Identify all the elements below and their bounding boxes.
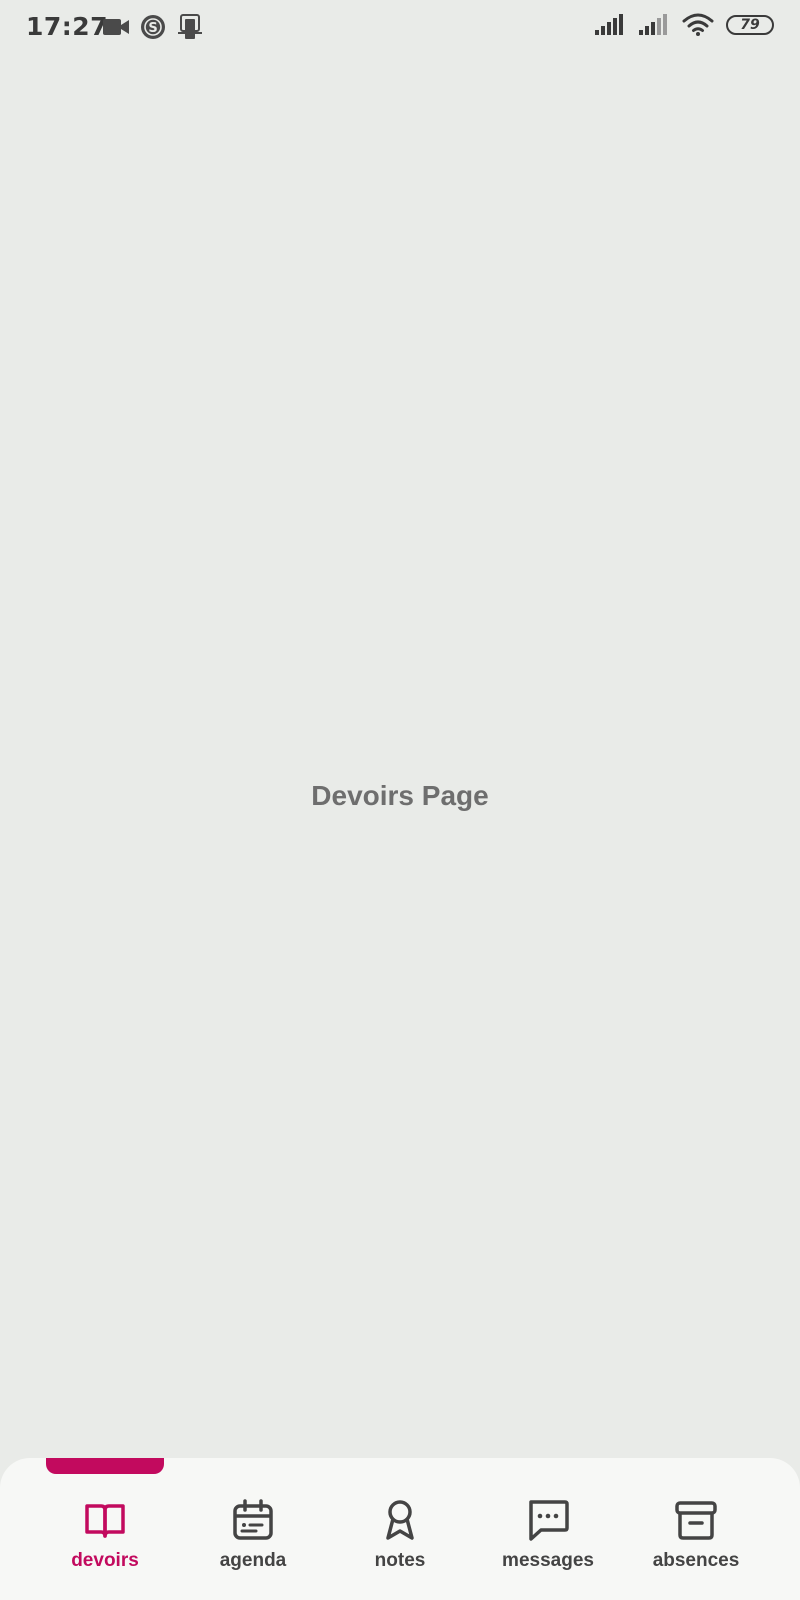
archive-icon bbox=[631, 1498, 761, 1544]
nav-label-absences: absences bbox=[652, 1550, 740, 1571]
book-open-icon bbox=[40, 1498, 170, 1544]
status-bar: 17:27 S 79 bbox=[0, 0, 800, 56]
nav-item-devoirs[interactable]: devoirs bbox=[40, 1498, 170, 1572]
nav-label-messages: messages bbox=[502, 1550, 594, 1571]
nav-label-devoirs: devoirs bbox=[71, 1550, 139, 1571]
wifi-icon bbox=[682, 13, 714, 37]
signal-icon bbox=[594, 14, 626, 36]
status-right-icons: 79 bbox=[594, 13, 774, 37]
calendar-icon bbox=[188, 1498, 318, 1544]
page-title: Devoirs Page bbox=[311, 780, 489, 811]
bottom-navigation: devoirs agenda notes messages absences bbox=[0, 1458, 800, 1600]
s-circle-icon: S bbox=[140, 14, 166, 40]
device-icon bbox=[176, 13, 204, 41]
nav-item-notes[interactable]: notes bbox=[335, 1498, 465, 1572]
award-icon bbox=[335, 1498, 465, 1544]
nav-label-agenda: agenda bbox=[219, 1550, 287, 1571]
nav-label-notes: notes bbox=[374, 1550, 426, 1571]
signal-weak-icon bbox=[638, 14, 670, 36]
active-tab-indicator bbox=[46, 1458, 164, 1474]
video-camera-icon bbox=[102, 16, 130, 38]
nav-item-agenda[interactable]: agenda bbox=[188, 1498, 318, 1572]
status-time: 17:27 bbox=[26, 12, 109, 41]
battery-icon: 79 bbox=[726, 15, 774, 35]
battery-level: 79 bbox=[740, 17, 760, 33]
message-icon bbox=[483, 1498, 613, 1544]
status-left-icons: S bbox=[102, 13, 204, 41]
nav-item-absences[interactable]: absences bbox=[631, 1498, 761, 1572]
svg-text:S: S bbox=[148, 21, 157, 36]
nav-item-messages[interactable]: messages bbox=[483, 1498, 613, 1572]
